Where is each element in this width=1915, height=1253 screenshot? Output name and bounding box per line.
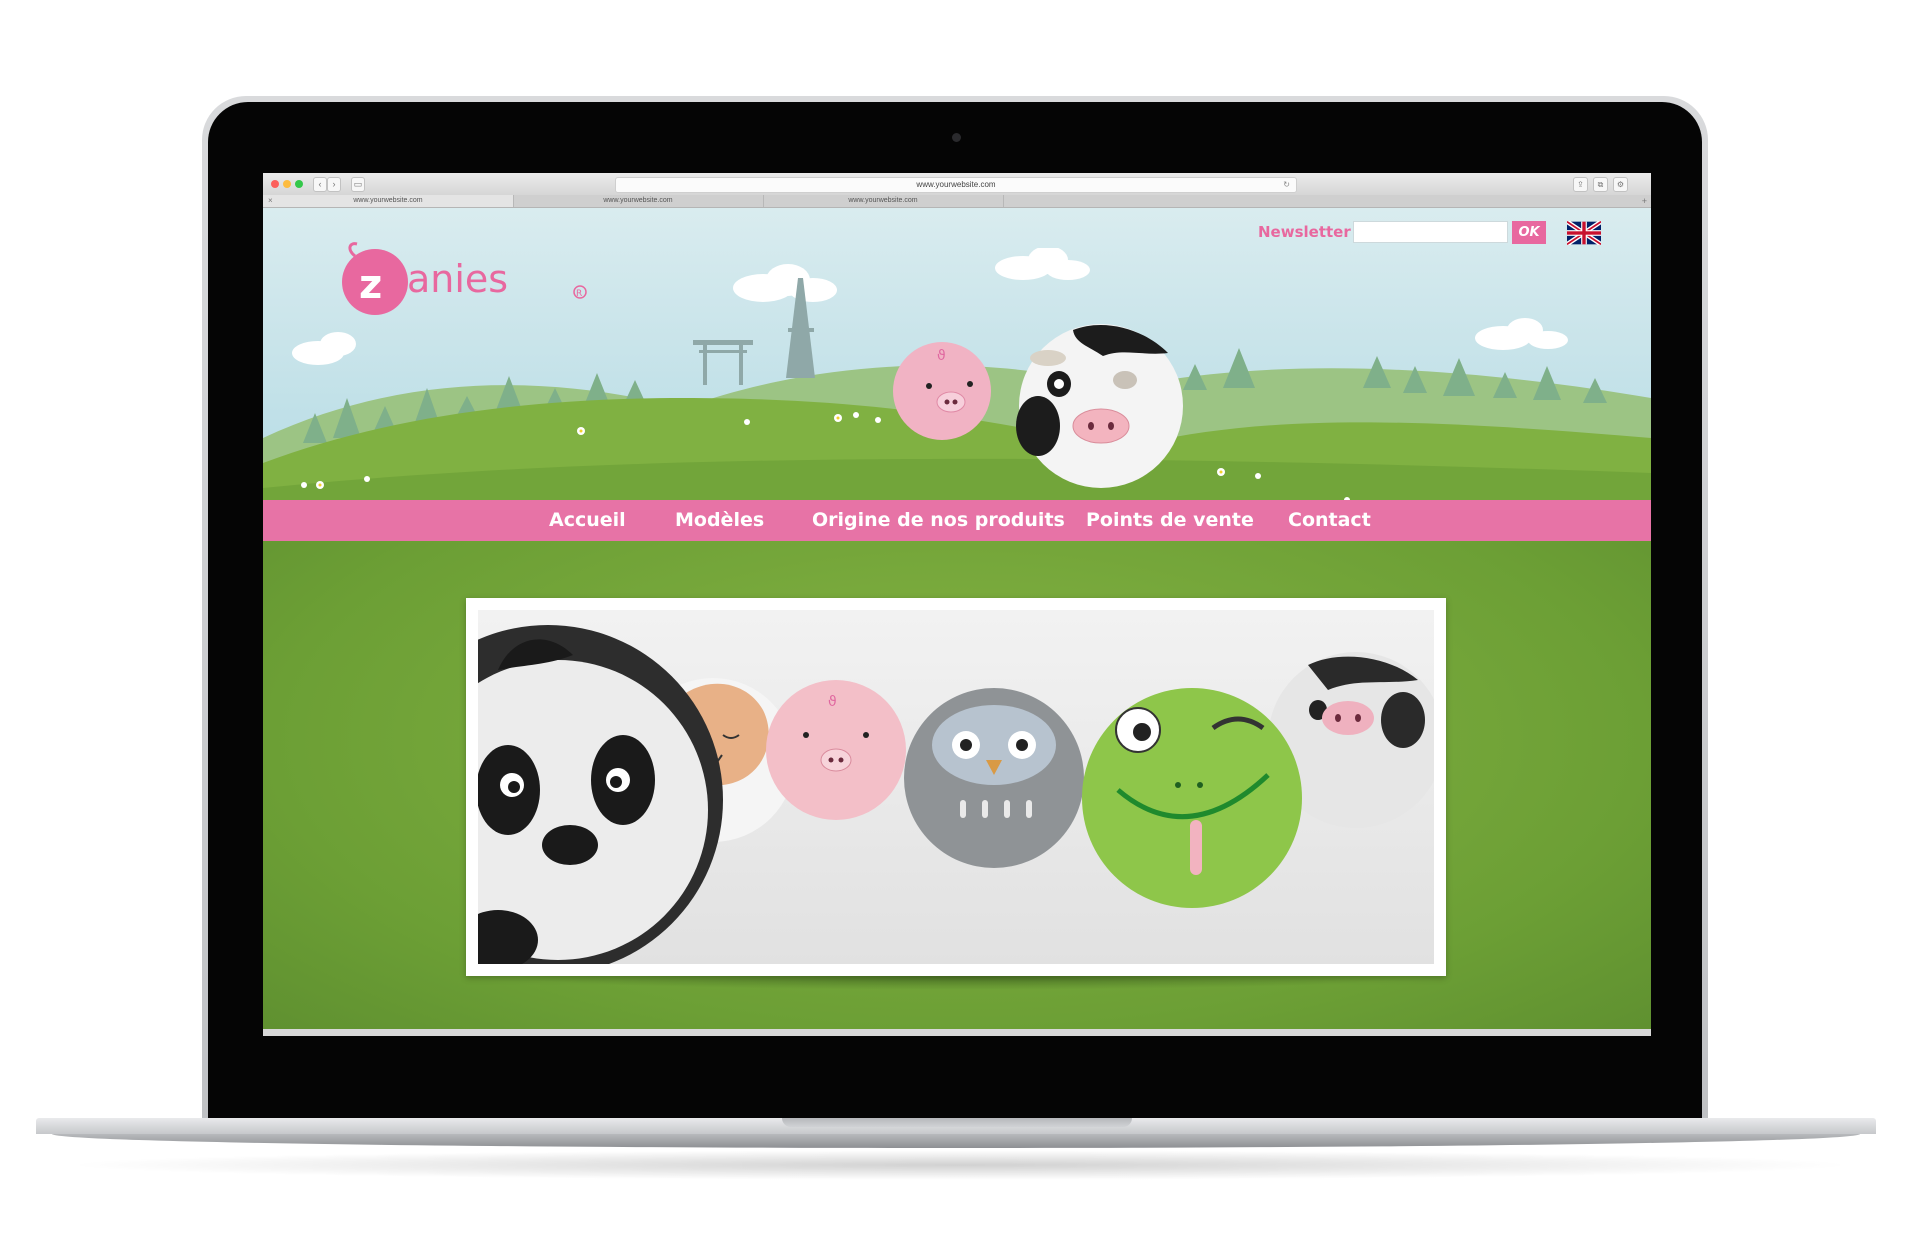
main-navigation: Accueil Modèles Origine de nos produits … xyxy=(263,500,1651,541)
svg-text:anies: anies xyxy=(407,257,508,301)
browser-tab[interactable]: www.yourwebsite.com xyxy=(763,195,1004,207)
tab-label: www.yourwebsite.com xyxy=(603,197,673,204)
browser-tab[interactable]: www.yourwebsite.com xyxy=(513,195,764,207)
maximize-window-button[interactable] xyxy=(295,180,303,188)
svg-text:z: z xyxy=(359,262,382,308)
nav-item-modeles[interactable]: Modèles xyxy=(675,500,764,541)
nav-item-origine[interactable]: Origine de nos produits xyxy=(812,500,1065,541)
laptop-base-bottom xyxy=(52,1134,1860,1148)
minimize-window-button[interactable] xyxy=(283,180,291,188)
website: ϑ z anies R Newsletter: OK Accueil Modè… xyxy=(263,208,1651,1036)
tab-label: www.yourwebsite.com xyxy=(848,197,918,204)
close-window-button[interactable] xyxy=(271,180,279,188)
nav-item-points-de-vente[interactable]: Points de vente xyxy=(1086,500,1254,541)
share-icon[interactable]: ⇪ xyxy=(1573,177,1588,192)
laptop-shadow xyxy=(60,1150,1860,1180)
svg-text:ϑ: ϑ xyxy=(828,694,837,710)
camera-icon xyxy=(952,133,961,142)
laptop-notch xyxy=(782,1118,1132,1127)
torii-gate-icon xyxy=(693,340,753,385)
back-button[interactable]: ‹ xyxy=(313,177,327,192)
nav-item-accueil[interactable]: Accueil xyxy=(549,500,626,541)
product-slider[interactable]: ϑ xyxy=(466,598,1446,976)
svg-text:ϑ: ϑ xyxy=(937,348,946,364)
sidebar-toggle-icon[interactable]: ▭ xyxy=(351,177,365,192)
newsletter-ok-button[interactable]: OK xyxy=(1512,221,1546,244)
zanies-logo[interactable]: z anies R xyxy=(335,238,595,318)
nav-item-contact[interactable]: Contact xyxy=(1288,500,1371,541)
owl-ball-icon xyxy=(904,688,1084,868)
tabs-overview-icon[interactable]: ⧉ xyxy=(1593,177,1608,192)
tab-bar: × www.yourwebsite.com www.yourwebsite.co… xyxy=(263,195,1651,208)
address-bar[interactable]: www.yourwebsite.com ↻ xyxy=(615,177,1297,193)
forward-button[interactable]: › xyxy=(327,177,341,192)
page-bottom-bar xyxy=(263,1029,1651,1036)
new-tab-icon[interactable]: + xyxy=(1642,195,1647,207)
browser-toolbar: ‹ › ▭ www.yourwebsite.com ↻ ⇪ ⧉ ⚙ xyxy=(263,173,1651,196)
tab-close-icon[interactable]: × xyxy=(268,195,273,207)
screen: ‹ › ▭ www.yourwebsite.com ↻ ⇪ ⧉ ⚙ × www.… xyxy=(263,173,1651,1036)
reload-icon[interactable]: ↻ xyxy=(1283,178,1290,192)
panda-ball-icon xyxy=(478,625,723,964)
pig-ball-icon: ϑ xyxy=(766,680,906,820)
pig-ball-icon: ϑ xyxy=(893,342,991,440)
zanies-balls-photo: ϑ xyxy=(478,625,1434,964)
uk-flag-icon[interactable] xyxy=(1567,221,1601,245)
tab-label: www.yourwebsite.com xyxy=(353,197,423,204)
product-slide-image: ϑ xyxy=(478,610,1434,964)
newsletter-label: Newsletter : xyxy=(1258,223,1362,241)
svg-text:R: R xyxy=(576,289,582,299)
settings-icon[interactable]: ⚙ xyxy=(1613,177,1628,192)
frog-ball-icon xyxy=(1082,688,1302,908)
newsletter-email-input[interactable] xyxy=(1353,221,1508,243)
browser-tab[interactable]: × www.yourwebsite.com xyxy=(263,195,514,207)
address-bar-url: www.yourwebsite.com xyxy=(916,180,996,189)
